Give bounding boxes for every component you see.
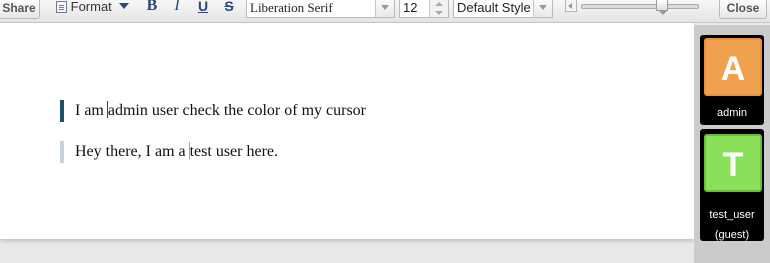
close-button[interactable]: Close bbox=[719, 0, 767, 19]
font-family-select[interactable]: Liberation Serif bbox=[246, 0, 395, 18]
paragraph-text: admin user check the color of my cursor bbox=[107, 102, 367, 119]
avatar: T bbox=[704, 134, 762, 192]
font-size-stepper[interactable]: 12 bbox=[399, 0, 449, 18]
format-menu[interactable]: Format bbox=[56, 0, 130, 14]
zoom-track[interactable] bbox=[581, 4, 699, 9]
document-icon bbox=[56, 1, 67, 13]
italic-button[interactable]: I bbox=[169, 0, 185, 15]
zoom-thumb[interactable] bbox=[656, 0, 669, 15]
paragraph-style-select[interactable]: Default Style bbox=[453, 0, 553, 18]
toolbar: Share Format B I U S Liberation Serif 12… bbox=[0, 0, 770, 23]
share-button[interactable]: Share bbox=[0, 0, 40, 19]
user-card-test-user[interactable]: T test_user (guest) bbox=[700, 129, 764, 241]
chevron-up-icon[interactable] bbox=[435, 2, 443, 6]
paragraph[interactable]: Hey there, I am a test user here. bbox=[60, 141, 278, 163]
user-role: (guest) bbox=[714, 229, 750, 241]
chevron-down-icon bbox=[119, 3, 130, 9]
user-name: test_user bbox=[709, 209, 755, 221]
user-card-admin[interactable]: A admin bbox=[700, 35, 764, 125]
document-canvas[interactable]: I am admin user check the color of my cu… bbox=[0, 23, 694, 239]
avatar: A bbox=[704, 38, 762, 96]
size-spinner[interactable] bbox=[429, 0, 448, 17]
user-name-and-role: test_user (guest) bbox=[700, 205, 764, 245]
paragraph-author-marker bbox=[60, 100, 64, 122]
paragraph-text: I am bbox=[75, 102, 108, 119]
paragraph-style-value: Default Style bbox=[457, 0, 531, 15]
font-size-value: 12 bbox=[403, 0, 418, 15]
collaborators-sidebar: A admin T test_user (guest) bbox=[694, 25, 770, 263]
paragraph-text: Hey there, I am a bbox=[75, 143, 190, 160]
chevron-down-icon[interactable] bbox=[533, 0, 552, 17]
editor-window: Share Format B I U S Liberation Serif 12… bbox=[0, 0, 770, 263]
zoom-slider[interactable] bbox=[565, 0, 713, 15]
bold-button[interactable]: B bbox=[144, 0, 160, 15]
paragraph[interactable]: I am admin user check the color of my cu… bbox=[60, 100, 366, 122]
font-family-value: Liberation Serif bbox=[250, 0, 333, 15]
paragraph-text: test user here. bbox=[189, 143, 279, 160]
paragraph-author-marker bbox=[60, 141, 64, 163]
underline-button[interactable]: U bbox=[195, 0, 211, 15]
user-name: admin bbox=[717, 107, 747, 119]
strikethrough-button[interactable]: S bbox=[221, 0, 237, 15]
chevron-down-icon[interactable] bbox=[435, 11, 443, 15]
chevron-left-icon[interactable] bbox=[565, 0, 577, 12]
format-label: Format bbox=[70, 0, 112, 14]
chevron-down-icon[interactable] bbox=[375, 0, 394, 17]
